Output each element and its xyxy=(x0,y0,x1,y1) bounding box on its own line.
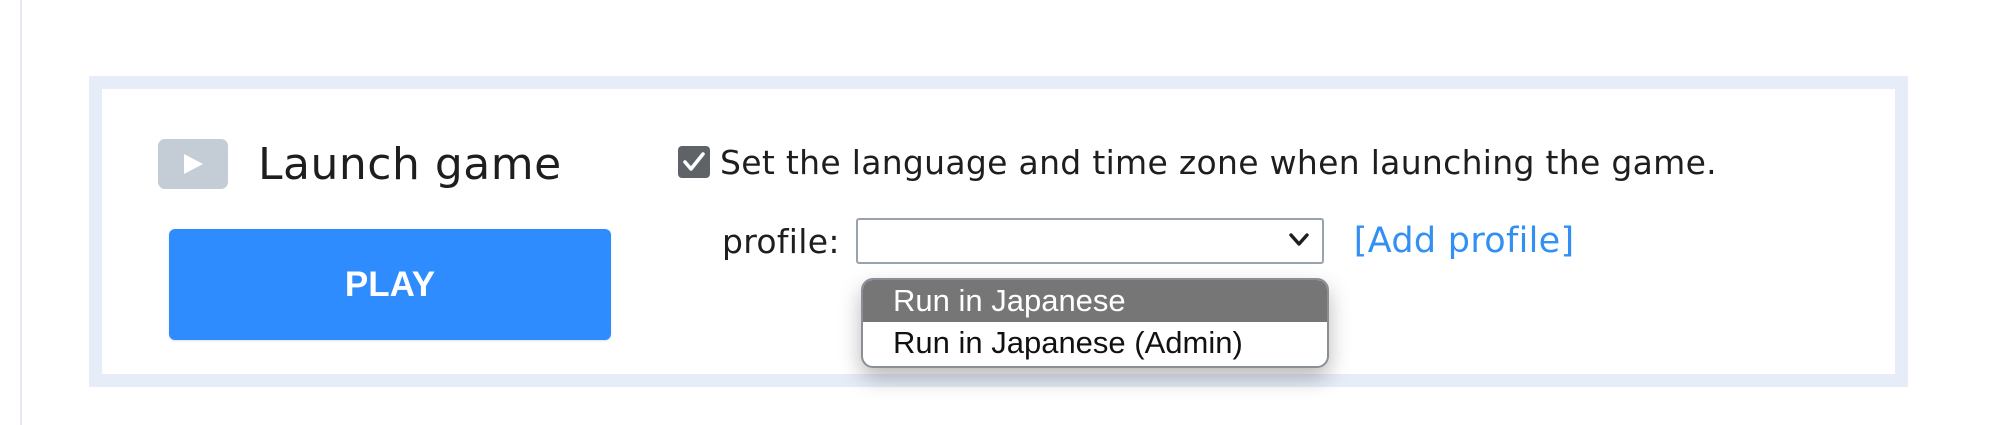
play-icon xyxy=(158,139,228,189)
launch-title: Launch game xyxy=(258,138,562,190)
dropdown-option-run-in-japanese-admin[interactable]: Run in Japanese (Admin) xyxy=(863,322,1327,364)
locale-option-label: Set the language and time zone when laun… xyxy=(720,142,1717,182)
checkmark-icon xyxy=(683,152,705,171)
launch-header: Launch game xyxy=(158,136,562,192)
locale-option: Set the language and time zone when laun… xyxy=(678,140,1717,184)
dropdown-option-run-in-japanese[interactable]: Run in Japanese xyxy=(863,280,1327,322)
profile-label: profile: xyxy=(722,221,840,261)
add-profile-link[interactable]: [Add profile] xyxy=(1354,221,1575,261)
profile-row: profile: [Add profile] xyxy=(722,216,1574,266)
profile-select[interactable] xyxy=(855,218,1324,264)
page: Launch game PLAY Set the language and ti… xyxy=(0,0,2000,425)
chevron-down-icon xyxy=(1289,233,1309,246)
locale-checkbox[interactable] xyxy=(678,146,710,178)
left-divider xyxy=(20,0,22,425)
play-button[interactable]: PLAY xyxy=(169,229,611,340)
profile-dropdown-list: Run in Japanese Run in Japanese (Admin) xyxy=(861,278,1329,368)
